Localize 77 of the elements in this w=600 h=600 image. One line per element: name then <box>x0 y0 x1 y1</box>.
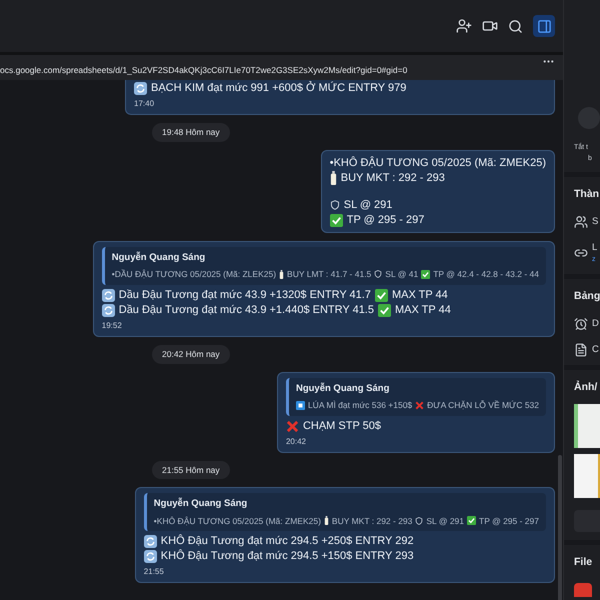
alarm-clock-icon <box>574 316 588 331</box>
message-text: BUY MKT : 292 - 293 <box>340 170 445 186</box>
panel-row[interactable]: C <box>574 342 600 357</box>
row-label: L <box>592 241 598 255</box>
sync-icon <box>144 535 157 548</box>
message-text: •DẦU ĐẬU TƯƠNG 05/2025 (Mã: ZLEK25) <box>112 268 276 281</box>
check-icon <box>330 214 343 227</box>
sync-icon <box>144 550 157 564</box>
message-time: 19:52 <box>102 320 122 332</box>
cross-icon <box>286 420 299 432</box>
quote-author: Nguyễn Quang Sáng <box>296 382 390 396</box>
row-label: D <box>592 316 599 330</box>
quoted-message[interactable]: Nguyễn Quang Sáng •DẦU ĐẬU TƯƠNG 05/2025 (Mã: ZLEK25) BUY LMT : 41.7 - 41.5 SL @ 41 TP @ 42.4 - 42.8 - 43.2 - 44 <box>102 246 546 285</box>
panel-toggle-button[interactable] <box>533 15 555 37</box>
cross-icon <box>415 400 424 410</box>
message-time: 21:55 <box>144 566 164 578</box>
people-icon <box>574 214 588 229</box>
message-text: Dầu Đậu Tương đạt mức 43.9 +1320$ ENTRY 41.7 <box>118 288 371 303</box>
shield-icon <box>330 200 340 210</box>
message-text: Dầu Đậu Tương đạt mức 43.9 +1.440$ ENTRY 41.5 <box>118 302 374 318</box>
message-text: TP @ 295 - 297 <box>346 212 424 228</box>
message-text: CHẠM STP 50$ <box>302 418 382 434</box>
panel-row[interactable]: S <box>574 214 600 229</box>
message-text: ĐƯA CHẶN LỖ VỀ MỨC 532 <box>427 398 539 412</box>
spreadsheet-thumbnail[interactable] <box>574 404 600 448</box>
check-icon <box>378 304 391 317</box>
sync-icon <box>102 288 115 302</box>
message-text: SL @ 291 <box>426 514 464 528</box>
check-icon <box>421 270 430 279</box>
shield-icon <box>415 516 424 525</box>
search-icon[interactable] <box>508 18 523 34</box>
message-text: MAX TP 44 <box>392 288 448 303</box>
link-url[interactable]: ocs.google.com/spreadsheets/d/1_Su2VF2SD4akQKj3cC6I7LIe70T2we2G3SE2sXyw2Ms/edit?gid=0#gid=0 <box>0 64 408 77</box>
bottle-icon <box>330 171 337 186</box>
sync-icon <box>134 82 147 95</box>
message-text: BUY MKT : 292 - 293 <box>332 514 412 528</box>
spreadsheet-thumbnail[interactable] <box>574 454 600 498</box>
section-title: File <box>574 554 594 570</box>
section-title: Bảng <box>574 288 600 304</box>
message-text: SL @ 41 <box>385 268 418 281</box>
message-text: KHÔ Đậu Tương đạt mức 294.5 +150$ ENTRY 293 <box>160 549 414 564</box>
pdf-file-icon[interactable] <box>574 582 592 596</box>
message-text: •KHÔ ĐẬU TƯƠNG 05/2025 (Mã: ZMEK25) <box>154 514 321 528</box>
check-icon <box>467 516 476 526</box>
bottle-icon <box>324 516 329 526</box>
message-text: TP @ 42.4 - 42.8 - 43.2 - 44 <box>433 268 539 281</box>
panel-toggle-icon <box>536 18 552 34</box>
message-time: 20:42 <box>286 436 306 448</box>
message-time: 17:40 <box>134 98 154 110</box>
quote-author: Nguyễn Quang Sáng <box>154 497 248 512</box>
panel-row[interactable]: D <box>574 316 600 331</box>
message-text: SL @ 291 <box>344 198 392 213</box>
document-icon <box>574 342 588 357</box>
row-label: C <box>592 342 599 357</box>
quoted-message[interactable]: Nguyễn Quang Sáng LÚA MÌ đạt mức 536 +150$ ĐƯA CHẶN LỖ VỀ MỨC 532 <box>286 378 546 416</box>
square-icon <box>296 400 305 410</box>
message-text: •KHÔ ĐẬU TƯƠNG 05/2025 (Mã: ZMEK25) <box>330 156 546 171</box>
date-separator: 21:55 Hôm nay <box>152 460 230 480</box>
section-title: Thàn <box>574 187 600 202</box>
date-separator: 19:48 Hôm nay <box>152 123 230 142</box>
section-title: Ảnh/ <box>574 380 598 395</box>
message-text: BUY LMT : 41.7 - 41.5 <box>287 268 372 281</box>
shield-icon <box>374 270 382 278</box>
link-preview-bar[interactable]: ocs.google.com/spreadsheets/d/1_Su2VF2SD4akQKj3cC6I7LIe70T2we2G3SE2sXyw2Ms/edit?gid=0#gid=0 <box>0 55 563 80</box>
message-text: KHÔ Đậu Tương đạt mức 294.5 +250$ ENTRY 292 <box>160 534 414 549</box>
add-member-icon[interactable] <box>456 18 472 34</box>
quote-author: Nguyễn Quang Sáng <box>112 250 206 265</box>
row-label: S <box>592 214 598 229</box>
date-separator: 20:42 Hôm nay <box>152 344 230 364</box>
message-text: MAX TP 44 <box>394 302 451 318</box>
message-text: LÚA MÌ đạt mức 536 +150$ <box>308 398 412 412</box>
sync-icon <box>102 304 115 317</box>
quoted-message[interactable]: Nguyễn Quang Sáng •KHÔ ĐẬU TƯƠNG 05/2025 (Mã: ZMEK25) BUY MKT : 292 - 293 SL @ 291 TP @ 295 - 297 <box>144 493 546 532</box>
check-icon <box>374 288 388 302</box>
message-text: BẠCH KIM đạt mức 991 +600$ Ở MỨC ENTRY 979 <box>151 81 406 96</box>
message-text: TP @ 295 - 297 <box>479 514 539 528</box>
bottle-icon <box>279 270 284 279</box>
